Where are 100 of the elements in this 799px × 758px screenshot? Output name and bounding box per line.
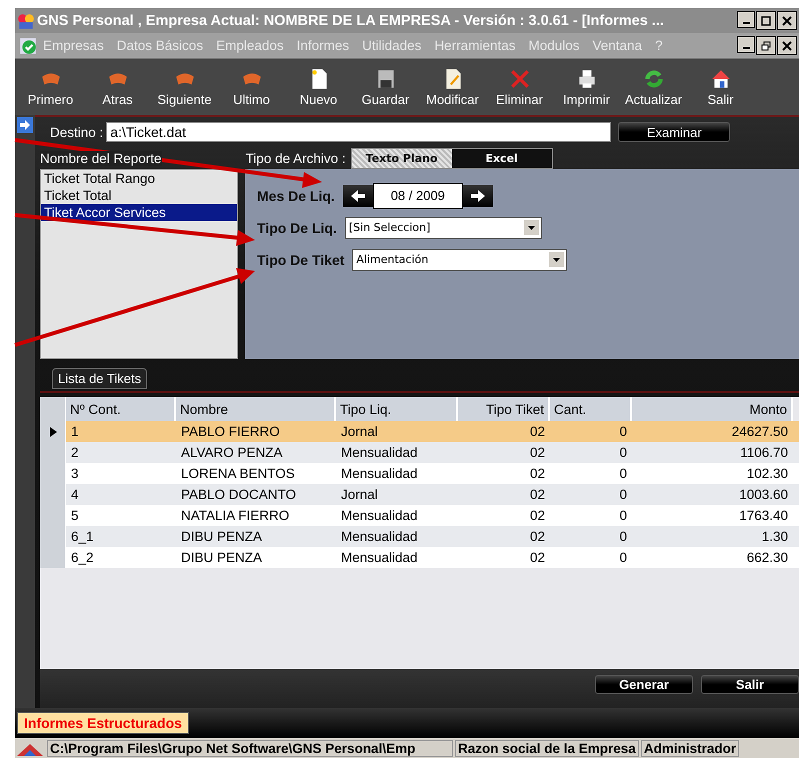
document-icon bbox=[446, 68, 460, 88]
table-cell-text: 2 bbox=[70, 445, 80, 460]
table-cell-text: 24627.50 bbox=[730, 424, 789, 439]
cross-icon bbox=[510, 69, 529, 88]
minimize-button[interactable] bbox=[737, 11, 755, 28]
restore-icon bbox=[761, 40, 771, 50]
table-cell-text: 4 bbox=[70, 487, 80, 502]
table-cell-text: 662.30 bbox=[746, 550, 789, 565]
arrow-icon[interactable] bbox=[17, 117, 33, 133]
table-cell-text: PABLO FIERRO bbox=[180, 424, 281, 439]
dropdown-icon bbox=[524, 220, 539, 235]
table-cell-text: Mensualidad bbox=[340, 445, 419, 460]
row-pointer-icon bbox=[48, 426, 56, 436]
table-cell-text: 1763.40 bbox=[738, 508, 789, 523]
printer-icon bbox=[578, 70, 594, 88]
table-cell-text: 102.30 bbox=[746, 466, 789, 481]
file-type-label: Tipo de Archivo : bbox=[246, 150, 346, 166]
table-cell-text: 1106.70 bbox=[739, 445, 789, 460]
close-button[interactable] bbox=[777, 11, 797, 30]
toolbar-button[interactable]: Primero bbox=[17, 68, 84, 106]
report-list-item[interactable]: Ticket Total bbox=[41, 187, 237, 204]
table-row[interactable]: 5 NATALIA FIERRO Mensualidad 02 0 1763.40 bbox=[40, 505, 799, 526]
destino-field[interactable]: a:\Ticket.dat bbox=[106, 122, 612, 142]
table-cell-text: Jornal bbox=[340, 424, 379, 439]
liquidation-type-dropdown[interactable]: [Sin Seleccion] bbox=[344, 216, 542, 238]
column-header[interactable]: Monto bbox=[632, 397, 793, 421]
next-button[interactable] bbox=[462, 184, 493, 206]
table-cell-text: 02 bbox=[528, 508, 546, 523]
minimize-icon bbox=[742, 47, 750, 49]
table-cell-text: 3 bbox=[70, 466, 80, 481]
table-cell-text: 0 bbox=[618, 529, 628, 544]
table-cell-text: NATALIA FIERRO bbox=[180, 508, 290, 523]
table-cell-text: 1.30 bbox=[760, 529, 789, 544]
report-list-label: Nombre del Reporte bbox=[40, 150, 162, 166]
table-cell-text: Mensualidad bbox=[340, 466, 419, 481]
table-cell-text: 1003.60 bbox=[738, 487, 789, 502]
logo-icon bbox=[15, 742, 45, 756]
table-cell-text: 6_1 bbox=[70, 529, 95, 544]
column-header[interactable]: Tipo Tiket bbox=[458, 397, 550, 421]
toolbar-button[interactable]: Actualizar bbox=[620, 68, 687, 106]
table-row[interactable]: 3 LORENA BENTOS Mensualidad 02 0 102.30 bbox=[40, 463, 799, 484]
table-cell-text: 1 bbox=[70, 424, 80, 439]
report-list-item[interactable]: Ticket Total Rango bbox=[41, 170, 237, 187]
minimize-button[interactable] bbox=[737, 36, 755, 53]
action-button[interactable]: Salir bbox=[701, 675, 799, 694]
toolbar-button[interactable]: Nuevo bbox=[285, 68, 352, 106]
table-cell-text: LORENA BENTOS bbox=[180, 466, 296, 481]
toolbar-button[interactable]: Eliminar bbox=[486, 68, 553, 106]
minimize-icon bbox=[742, 22, 750, 24]
maximize-button[interactable] bbox=[756, 11, 776, 30]
table-row[interactable]: 6_2 DIBU PENZA Mensualidad 02 0 662.30 bbox=[40, 547, 799, 568]
browse-button[interactable]: Examinar bbox=[618, 122, 730, 142]
table-cell-text: 02 bbox=[528, 424, 546, 439]
app-icon bbox=[17, 12, 35, 30]
status-panel: C:\Program Files\Grupo Net Software\GNS Personal\Emp bbox=[47, 740, 453, 757]
restore-button[interactable] bbox=[756, 36, 776, 55]
column-header[interactable]: Nº Cont. bbox=[66, 397, 176, 421]
report-list-item[interactable]: Tiket Accor Services bbox=[41, 204, 237, 221]
month-label: Mes De Liq. bbox=[257, 188, 335, 204]
destino-label: Destino : bbox=[50, 124, 104, 140]
toolbar-button[interactable]: Guardar bbox=[352, 68, 419, 106]
toolbar-button[interactable]: Modificar bbox=[419, 68, 486, 106]
table-cell-text: Mensualidad bbox=[340, 508, 419, 523]
table-cell-text: DIBU PENZA bbox=[180, 529, 264, 544]
table-row[interactable]: 1 PABLO FIERRO Jornal 02 0 24627.50 bbox=[40, 421, 799, 442]
table-cell-text: 0 bbox=[618, 445, 628, 460]
table-cell-text: Mensualidad bbox=[340, 550, 419, 565]
toolbar-button[interactable]: Salir bbox=[687, 68, 754, 106]
table-cell-text: 02 bbox=[528, 466, 546, 481]
file-type-tab[interactable]: Texto Plano bbox=[352, 148, 452, 168]
table-cell-text: 0 bbox=[618, 466, 628, 481]
left-arrow-icon bbox=[350, 188, 366, 204]
toolbar-button[interactable]: Siguiente bbox=[151, 68, 218, 106]
close-button[interactable] bbox=[777, 36, 797, 55]
ticket-type-dropdown[interactable]: Alimentación bbox=[352, 248, 568, 270]
right-arrow-icon bbox=[470, 188, 486, 204]
table-cell-text: 5 bbox=[70, 508, 80, 523]
table-cell-text: Jornal bbox=[340, 487, 379, 502]
module-tab[interactable]: Informes Estructurados bbox=[17, 712, 189, 734]
dropdown-icon bbox=[549, 252, 564, 267]
toolbar-button[interactable]: Ultimo bbox=[218, 68, 285, 106]
column-header[interactable]: Cant. bbox=[550, 397, 632, 421]
previous-button[interactable] bbox=[342, 184, 373, 206]
table-cell-text: 0 bbox=[618, 424, 628, 439]
toolbar-button[interactable]: Atras bbox=[84, 68, 151, 106]
table-cell-text: DIBU PENZA bbox=[180, 550, 264, 565]
toolbar-button[interactable]: Imprimir bbox=[553, 68, 620, 106]
column-header[interactable]: Nombre bbox=[176, 397, 336, 421]
refresh-icon bbox=[644, 70, 662, 87]
table-cell-text: Mensualidad bbox=[340, 529, 419, 544]
page-icon bbox=[312, 68, 326, 88]
table-cell-text: PABLO DOCANTO bbox=[180, 487, 298, 502]
close-icon bbox=[782, 16, 792, 26]
file-type-tab[interactable]: Excel bbox=[452, 148, 552, 168]
list-tab[interactable]: Lista de Tikets bbox=[52, 368, 148, 389]
action-button[interactable]: Generar bbox=[595, 675, 693, 694]
column-header[interactable]: Tipo Liq. bbox=[336, 397, 458, 421]
month-field[interactable]: 08 / 2009 bbox=[372, 182, 463, 208]
table-cell-text: 02 bbox=[528, 487, 546, 502]
table-cell-text: 02 bbox=[528, 445, 546, 460]
